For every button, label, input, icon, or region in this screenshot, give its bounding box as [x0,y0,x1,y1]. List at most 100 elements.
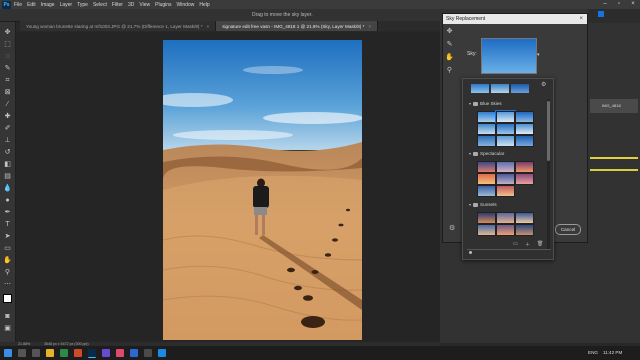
app-icon[interactable] [74,349,82,357]
screen-mode-icon[interactable]: ▣ [3,324,12,333]
stamp-tool-icon[interactable]: ⊥ [3,136,12,145]
sky-brush-icon[interactable]: ✎ [445,40,454,49]
gradient-tool-icon[interactable]: ▤ [3,172,12,181]
menu-edit[interactable]: Edit [27,2,36,8]
move-tool-icon[interactable]: ✥ [445,27,454,36]
add-sky-icon[interactable]: ＋ [525,241,530,248]
chevron-down-icon[interactable]: ▾ [537,52,540,58]
quick-select-tool-icon[interactable]: ✎ [3,64,12,73]
tab-document-1[interactable]: Young woman brunette staring at mf1003.J… [20,21,217,31]
close-tab-icon[interactable]: × [368,24,371,29]
cancel-button[interactable]: Cancel [555,224,581,235]
sky-preset-thumb[interactable] [515,161,534,173]
adjustment-slider-track-2[interactable] [590,169,638,171]
dodge-tool-icon[interactable]: ● [3,196,12,205]
lasso-tool-icon[interactable]: ◌ [3,52,12,61]
recent-sky-thumb-2[interactable] [491,84,509,93]
recent-sky-thumb-3[interactable] [511,84,529,93]
language-indicator[interactable]: ENG [588,350,598,355]
menu-layer[interactable]: Layer [60,2,73,8]
scrollbar-track[interactable] [547,99,550,249]
sky-preset-thumb[interactable] [477,173,496,185]
gear-icon[interactable]: ⚙ [541,81,546,88]
sky-preset-thumb[interactable] [477,212,496,224]
app-icon[interactable] [144,349,152,357]
sky-preset-thumb[interactable] [496,224,515,236]
crop-tool-icon[interactable]: ⌗ [3,76,12,85]
recent-sky-thumb-1[interactable] [471,84,489,93]
maximize-icon[interactable]: ▫ [612,0,626,9]
hand-tool-icon[interactable]: ✋ [3,256,12,265]
sky-preset-thumb[interactable] [477,161,496,173]
zoom-tool-icon[interactable]: ⚲ [3,268,12,277]
app-icon[interactable] [60,349,68,357]
sky-preset-thumb[interactable] [477,135,496,147]
close-window-icon[interactable]: × [626,0,640,9]
adjustment-slider-track[interactable] [590,157,638,159]
group-blue-skies[interactable]: ▾ Blue Skies [469,101,502,106]
settings-icon[interactable]: ⚙ [449,224,455,232]
menu-help[interactable]: Help [199,2,209,8]
layer-row-selected[interactable]: IMG_4818 [590,99,638,113]
scrollbar-thumb[interactable] [547,101,550,161]
menu-window[interactable]: Window [177,2,195,8]
quick-mask-icon[interactable]: ◙ [3,312,12,321]
close-tab-icon[interactable]: × [207,24,210,29]
menu-plugins[interactable]: Plugins [155,2,171,8]
more-tools-icon[interactable]: ⋯ [3,280,12,289]
sky-preset-thumb-selected[interactable] [495,110,516,124]
menu-filter[interactable]: Filter [112,2,123,8]
app-icon[interactable] [102,349,110,357]
shape-tool-icon[interactable]: ▭ [3,244,12,253]
blur-tool-icon[interactable]: 💧 [3,184,12,193]
brush-tool-icon[interactable]: ✐ [3,124,12,133]
clock[interactable]: 11:42 PM [603,350,622,355]
sky-preset-thumb[interactable] [477,224,496,236]
sky-preset-thumb[interactable] [515,212,534,224]
task-view-icon[interactable] [32,349,40,357]
sky-preset-thumb[interactable] [515,173,534,185]
eyedropper-tool-icon[interactable]: ⁄ [3,100,12,109]
type-tool-icon[interactable]: T [3,220,12,229]
sky-preset-thumb[interactable] [496,173,515,185]
menu-file[interactable]: File [14,2,22,8]
history-brush-icon[interactable]: ↺ [3,148,12,157]
sky-preset-thumb[interactable] [515,123,534,135]
minimize-icon[interactable]: – [598,0,612,9]
foreground-color-swatch[interactable] [3,294,12,303]
group-sunsets[interactable]: ▾ Sunsets [469,202,497,207]
sky-preset-thumb[interactable] [496,185,515,197]
delete-icon[interactable]: 🗑 [537,241,543,247]
menu-image[interactable]: Image [41,2,55,8]
app-icon[interactable] [116,349,124,357]
share-icon[interactable] [598,11,604,17]
sky-preset-thumb[interactable] [496,212,515,224]
zoom-tool-icon[interactable]: ⚲ [445,66,454,75]
sky-preset-thumb[interactable] [477,111,496,123]
start-icon[interactable] [4,349,12,357]
path-select-tool-icon[interactable]: ➤ [3,232,12,241]
menu-view[interactable]: View [139,2,150,8]
tab-document-2[interactable]: signature edit free vasn - IMG_4818 1 @ … [216,21,379,31]
sky-preset-thumb[interactable] [496,123,515,135]
photoshop-taskbar-icon[interactable] [88,349,96,358]
file-explorer-icon[interactable] [46,349,54,357]
document-image[interactable] [163,40,362,340]
sky-preview-thumbnail[interactable] [481,38,537,74]
sky-preset-thumb[interactable] [477,185,496,197]
menu-type[interactable]: Type [77,2,88,8]
app-icon[interactable] [158,349,166,357]
move-tool-icon[interactable]: ✥ [3,28,12,37]
sky-preset-thumb[interactable] [496,135,515,147]
menu-select[interactable]: Select [93,2,107,8]
healing-tool-icon[interactable]: ✚ [3,112,12,121]
sky-preset-thumb[interactable] [515,111,534,123]
hand-tool-icon[interactable]: ✋ [445,53,454,62]
eraser-tool-icon[interactable]: ◧ [3,160,12,169]
search-icon[interactable] [18,349,26,357]
sky-preset-thumb[interactable] [496,161,515,173]
menu-3d[interactable]: 3D [128,2,134,8]
app-icon[interactable] [130,349,138,357]
marquee-tool-icon[interactable]: ⬚ [3,40,12,49]
sky-preset-thumb[interactable] [515,224,534,236]
